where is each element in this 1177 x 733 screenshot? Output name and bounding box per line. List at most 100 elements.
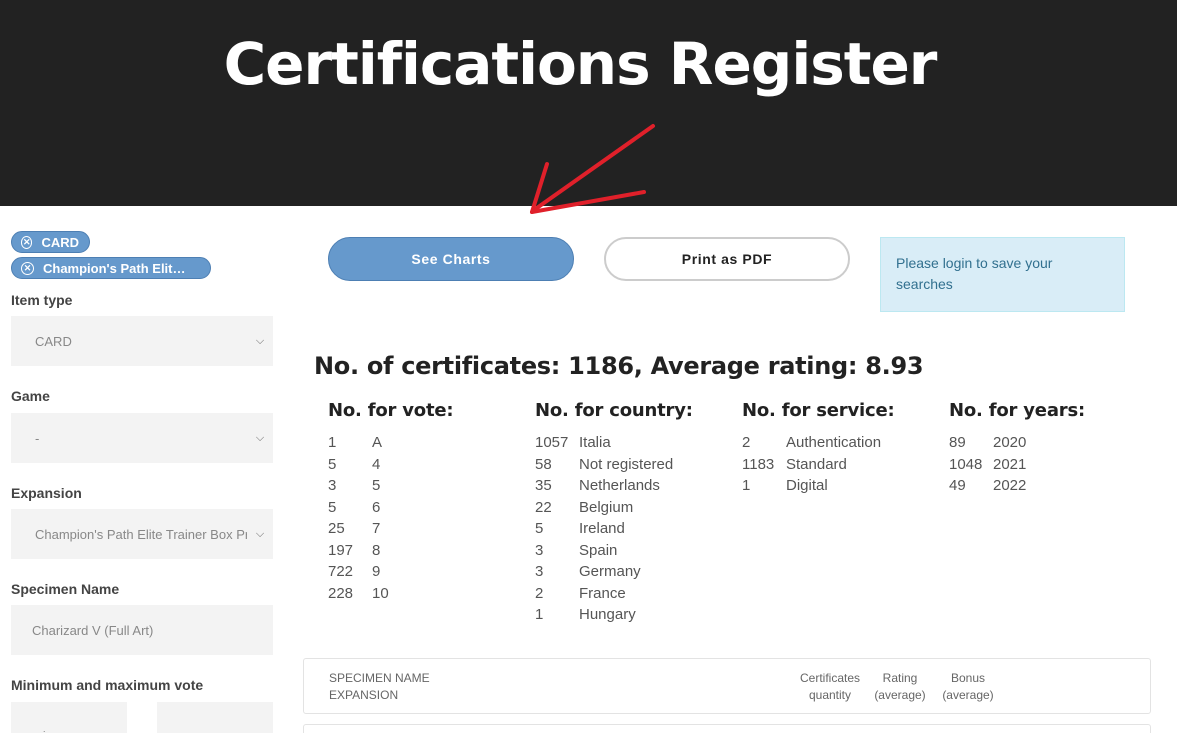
chip-label: Champion's Path Elit… [43,260,186,276]
vote-max-input[interactable]: max [157,702,273,733]
annotation-arrow-icon [530,124,655,214]
stats-title: No. for vote: [328,400,454,421]
stat-row: 197 8 [328,540,453,562]
stat-count: 197 [328,541,354,559]
close-icon[interactable]: ✕ [21,261,34,275]
stat-count: 1048 [949,455,983,473]
column-label: EXPANSION [329,688,399,702]
stat-count: 1 [328,434,337,451]
column-header-bonus[interactable]: Bonus (average) [938,670,998,704]
stat-row: 1 Hungary [535,604,693,626]
stats-title: No. for service: [742,400,895,421]
stat-label: Ireland [579,520,625,537]
stat-row: 5 Ireland [535,518,693,540]
login-notice: Please login to save your searches [880,237,1125,312]
stat-row: 35 [328,475,453,497]
stat-count: 35 [535,477,552,494]
stat-label: 5 [372,477,381,494]
table-row[interactable] [303,724,1151,733]
item-type-label: Item type [11,292,73,308]
column-label: (average) [942,688,994,702]
specimen-name-label: Specimen Name [11,581,120,597]
stat-count: 1183 [742,455,775,473]
column-label: Bonus [950,671,986,685]
stat-count: 1 [535,606,544,623]
select-value: - [35,430,40,446]
stat-label: 2022 [993,477,1027,494]
stat-count: 5 [328,455,337,473]
stat-label: 7 [372,520,381,537]
stats-title: No. for years: [949,400,1085,421]
stat-count: 1 [742,477,751,494]
chevron-down-icon: ⌵ [255,527,265,540]
vote-range-label: Minimum and maximum vote [11,677,204,693]
stats-years: No. for years: 89 2020 1048 2021 49 2022 [949,400,1085,497]
stat-label: Not registered [579,455,674,473]
stat-row: 56 [328,497,453,519]
page-title: Certifications Register [223,30,938,98]
column-header-quantity[interactable]: Certificates quantity [790,670,870,704]
column-header-specimen[interactable]: SPECIMEN NAME EXPANSION [329,670,430,704]
chip-label: CARD [41,234,79,250]
vote-min-input[interactable]: min [11,702,127,733]
stat-label: Netherlands [579,477,660,494]
column-label: Rating [882,671,918,685]
game-label: Game [11,388,50,404]
item-type-select[interactable]: CARD ⌵ [11,316,273,366]
stat-label: France [579,584,626,602]
stat-label: 6 [372,498,381,516]
stat-label: 10 [372,584,389,602]
stat-label: 2020 [993,434,1027,451]
column-label: quantity [808,688,852,702]
filter-chip-expansion[interactable]: ✕ Champion's Path Elit… [11,257,211,279]
stat-row: 49 2022 [949,475,1085,497]
page-header: Certifications Register [0,0,1177,214]
stat-count: 49 [949,477,966,494]
stat-label: A [372,434,383,451]
stat-row: 3 Spain [535,540,693,562]
stat-row: 2 Authentication [742,432,894,454]
results-table-header: SPECIMEN NAME EXPANSION Certificates qua… [303,658,1151,714]
stats-country: No. for country: 1057 Italia 58 Not registe… [535,400,693,626]
stat-row: 25 7 [328,518,453,540]
stat-count: 228 [328,584,354,602]
stat-label: Italia [579,434,611,451]
stat-row: 1048 2021 [949,454,1085,476]
stat-count: 89 [949,434,966,451]
stat-count: 2 [535,584,544,602]
stats-title: No. for country: [535,400,693,421]
stat-label: Germany [579,563,641,580]
stat-count: 3 [328,477,337,494]
stats-service: No. for service: 2 Authentication 1183 Stan… [742,400,895,497]
stat-row: 89 2020 [949,432,1085,454]
specimen-name-input[interactable]: Charizard V (Full Art) [11,605,273,655]
stat-row: 228 10 [328,583,453,605]
stat-count: 58 [535,455,552,473]
stat-label: 8 [372,541,381,559]
stat-count: 22 [535,498,552,516]
stat-row: 35 Netherlands [535,475,693,497]
stat-label: Belgium [579,498,634,516]
chevron-down-icon: ⌵ [255,431,265,444]
game-select[interactable]: - ⌵ [11,413,273,463]
stat-count: 25 [328,520,345,537]
stat-label: 9 [372,563,381,580]
column-header-rating[interactable]: Rating (average) [870,670,930,704]
stat-count: 3 [535,541,544,559]
stat-label: 2021 [993,455,1027,473]
stat-count: 2 [742,434,751,451]
print-pdf-button[interactable]: Print as PDF [604,237,850,281]
filter-chip-item-type[interactable]: ✕ CARD [11,231,90,253]
stats-vote: No. for vote: 1 A 5 4 3 5 5 6 25 7 197 8 722 9 228 10 [328,400,454,605]
close-icon[interactable]: ✕ [21,235,33,249]
expansion-select[interactable]: Champion's Path Elite Trainer Box Promo … [11,509,273,559]
column-label: (average) [874,688,926,702]
stat-row: 22 Belgium [535,497,693,519]
see-charts-button[interactable]: See Charts [328,237,574,281]
stat-count: 5 [328,498,337,516]
select-value: Champion's Path Elite Trainer Box Promo [35,526,247,542]
column-label: Certificates [799,671,861,685]
summary-heading: No. of certificates: 1186, Average ratin… [314,352,924,380]
stat-label: Spain [579,541,618,559]
input-placeholder: Charizard V (Full Art) [32,622,154,638]
